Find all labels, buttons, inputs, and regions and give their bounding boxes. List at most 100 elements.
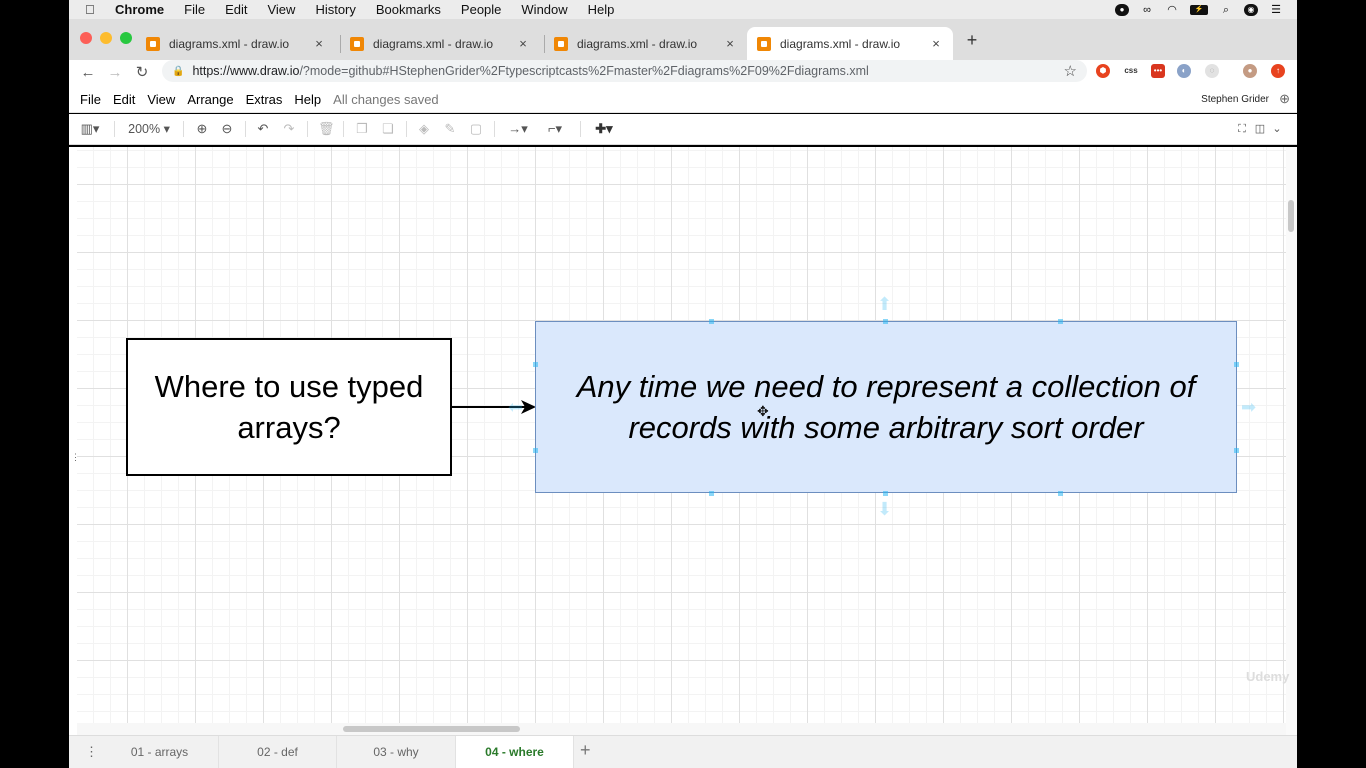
omnibox[interactable]: 🔒 https://www.draw.io /?mode=github#HSte… [162, 60, 1087, 82]
resize-handle-top-center[interactable] [883, 319, 888, 324]
line-color-icon[interactable]: ✎ [442, 121, 458, 137]
vertical-scrollbar-track[interactable] [1286, 147, 1297, 735]
shadow-icon[interactable]: ▢ [468, 121, 484, 137]
browser-tab-2[interactable]: diagrams.xml - draw.io × [340, 27, 540, 60]
resize-handle-left-lower[interactable] [533, 448, 538, 453]
drawio-menu-edit[interactable]: Edit [107, 92, 141, 107]
connection-style-icon[interactable]: →▾ [504, 121, 532, 137]
drawio-menu-file[interactable]: File [74, 92, 107, 107]
resize-handle-bottom-right[interactable] [1058, 491, 1063, 496]
zoom-in-icon[interactable]: ⊕ [194, 121, 210, 137]
browser-tab-3[interactable]: diagrams.xml - draw.io × [544, 27, 747, 60]
user-name[interactable]: Stephen Grider [1201, 94, 1269, 105]
glasses-icon[interactable]: ∞ [1140, 4, 1154, 16]
answer-box-selected[interactable]: Any time we need to represent a collecti… [535, 321, 1237, 493]
bookmark-star-icon[interactable]: ☆ [1064, 62, 1077, 80]
browser-tab-4-active[interactable]: diagrams.xml - draw.io × [747, 27, 953, 60]
battery-icon[interactable]: ⚡ [1190, 4, 1208, 15]
clone-arrow-down-icon[interactable]: ⬇ [877, 500, 892, 518]
delete-icon[interactable]: 🗑 [318, 121, 335, 137]
resize-handle-bottom-center[interactable] [883, 491, 888, 496]
collapse-chevron-icon[interactable]: ⌄ [1270, 121, 1284, 137]
page-tab-arrays[interactable]: 01 - arrays [101, 736, 219, 768]
toggle-panel-icon[interactable]: ◫ [1253, 121, 1267, 137]
extension-css-icon[interactable]: css [1122, 64, 1140, 78]
clone-arrow-right-icon[interactable]: ➡ [1241, 398, 1256, 416]
resize-handle-top[interactable] [709, 319, 714, 324]
tab-close-icon[interactable]: × [929, 36, 943, 51]
apple-icon[interactable]:  [85, 2, 109, 17]
vertical-scrollbar-thumb[interactable] [1288, 200, 1294, 232]
menu-file[interactable]: File [174, 0, 215, 19]
redo-icon[interactable]: ↷ [281, 121, 297, 137]
forward-arrow-icon[interactable]: → [105, 63, 125, 83]
tab-close-icon[interactable]: × [723, 36, 737, 51]
extension-blue-icon[interactable]: ◐ [1177, 64, 1191, 78]
fullscreen-icon[interactable]: ⛶ [1235, 121, 1249, 137]
extension-red-shield-icon[interactable]: ⬢ [1096, 64, 1110, 78]
resize-handle-right-upper[interactable] [1234, 362, 1239, 367]
window-close-button[interactable] [80, 32, 92, 44]
page-tab-where-active[interactable]: 04 - where [456, 736, 574, 768]
tab-close-icon[interactable]: × [312, 36, 326, 51]
resize-handle-bottom[interactable] [709, 491, 714, 496]
extension-dots-icon[interactable]: ••• [1151, 64, 1165, 78]
reload-icon[interactable]: ↻ [132, 63, 152, 83]
window-minimize-button[interactable] [100, 32, 112, 44]
menu-edit[interactable]: Edit [215, 0, 257, 19]
wifi-icon[interactable]: ◠ [1165, 4, 1179, 16]
new-tab-button[interactable]: + [962, 30, 982, 51]
page-tab-why[interactable]: 03 - why [337, 736, 456, 768]
to-front-icon[interactable]: ❐ [354, 121, 370, 137]
resize-handle-left-upper[interactable] [533, 362, 538, 367]
drawio-menu-extras[interactable]: Extras [240, 92, 289, 107]
back-arrow-icon[interactable]: ← [78, 63, 98, 83]
window-zoom-button[interactable] [120, 32, 132, 44]
resize-handle-right-lower[interactable] [1234, 448, 1239, 453]
update-icon[interactable]: ↑ [1271, 64, 1285, 78]
undo-icon[interactable]: ↶ [255, 121, 271, 137]
menu-help[interactable]: Help [578, 0, 625, 19]
sidebar-resize-handle[interactable]: ⋮ [71, 452, 80, 463]
language-globe-icon[interactable]: ⊕ [1279, 91, 1290, 107]
resize-handle-top-right[interactable] [1058, 319, 1063, 324]
drawio-favicon-icon [757, 36, 771, 51]
horizontal-scrollbar-thumb[interactable] [343, 726, 520, 732]
fill-color-icon[interactable]: ◈ [416, 121, 432, 137]
horizontal-scrollbar-track[interactable] [77, 723, 1286, 735]
notification-center-icon[interactable]: ☰ [1269, 4, 1283, 16]
profile-avatar[interactable]: ● [1243, 64, 1257, 78]
add-page-button[interactable]: + [580, 740, 591, 761]
browser-tab-strip: diagrams.xml - draw.io × diagrams.xml - … [69, 19, 1297, 60]
clone-arrow-up-icon[interactable]: ⬆ [877, 295, 892, 313]
drawio-menu-help[interactable]: Help [288, 92, 327, 107]
browser-tab-1[interactable]: diagrams.xml - draw.io × [136, 27, 336, 60]
toolbar-separator [307, 121, 308, 137]
menu-people[interactable]: People [451, 0, 511, 19]
extension-grey-icon[interactable]: ◌ [1205, 64, 1219, 78]
status-tray: ● ∞ ◠ ⚡ ⌕ ◉ ☰ [1115, 0, 1283, 19]
drawio-menu-view[interactable]: View [141, 92, 181, 107]
zoom-select[interactable]: 200% ▾ [124, 121, 174, 137]
page-tab-def[interactable]: 02 - def [219, 736, 337, 768]
spotlight-search-icon[interactable]: ⌕ [1219, 4, 1233, 16]
siri-icon[interactable]: ◉ [1244, 3, 1258, 16]
zoom-out-icon[interactable]: ⊖ [219, 121, 235, 137]
to-back-icon[interactable]: ❏ [380, 121, 396, 137]
format-panel-toggle-icon[interactable]: ▥▾ [77, 121, 103, 137]
clone-arrow-left-icon[interactable]: ⬅ [508, 398, 523, 416]
menu-bookmarks[interactable]: Bookmarks [366, 0, 451, 19]
toolbar-separator [494, 121, 495, 137]
recording-icon[interactable]: ● [1115, 3, 1129, 16]
menu-app-name[interactable]: Chrome [109, 0, 174, 19]
menu-view[interactable]: View [257, 0, 305, 19]
tab-close-icon[interactable]: × [516, 36, 530, 51]
waypoints-icon[interactable]: ⌐▾ [540, 121, 570, 137]
pages-menu-icon[interactable]: ⋮ [85, 744, 98, 760]
insert-plus-icon[interactable]: ✚▾ [590, 121, 618, 137]
menu-window[interactable]: Window [511, 0, 577, 19]
drawio-menu-arrange[interactable]: Arrange [181, 92, 239, 107]
question-box[interactable]: Where to use typed arrays? [126, 338, 452, 476]
menu-history[interactable]: History [305, 0, 365, 19]
lock-icon[interactable]: 🔒 [172, 66, 184, 77]
